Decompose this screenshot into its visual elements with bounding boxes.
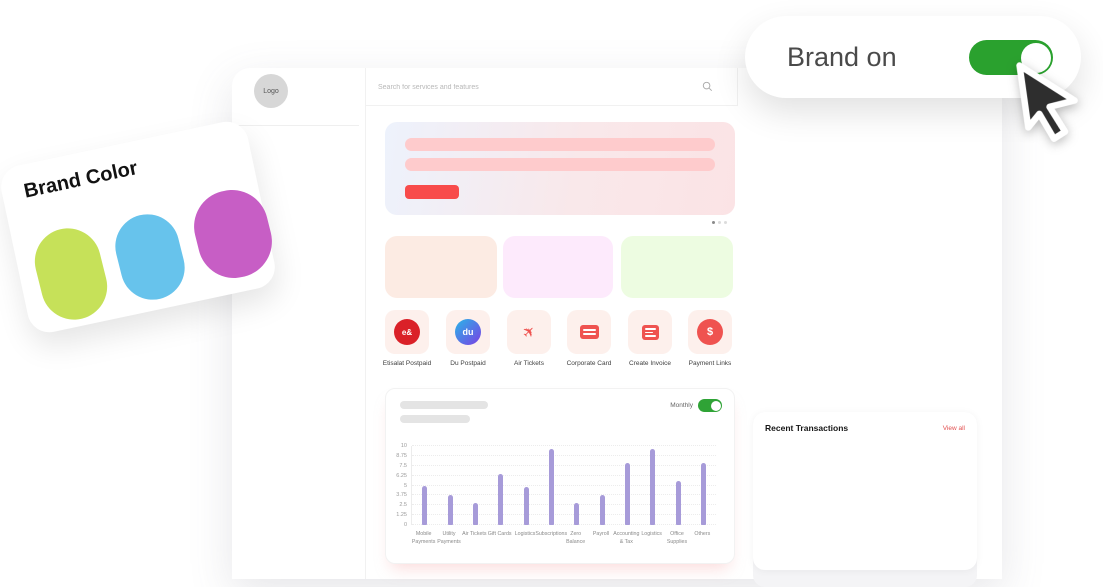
y-axis-tick-label: 1.25: [387, 512, 407, 518]
y-axis-tick-label: 0: [387, 522, 407, 528]
banner-text-placeholder: [405, 138, 715, 151]
corporate-card-icon: [576, 319, 602, 345]
y-axis-tick-label: 7.5: [387, 463, 407, 469]
monthly-toggle-label: Monthly: [670, 402, 693, 409]
du-logo-icon: du: [455, 319, 481, 345]
main-content: e&Etisalat Postpaid du Du Postpaid ✈ Air Tic…: [365, 68, 738, 579]
y-axis-tick-label: 2.5: [387, 502, 407, 508]
spend-chart-card: Monthly 01.252.53.7556.257.58.7510 Mobil…: [385, 388, 735, 564]
sidebar-divider: [238, 125, 359, 126]
mouse-cursor-icon: [1006, 49, 1103, 153]
carousel-dot[interactable]: [718, 221, 721, 224]
view-all-link[interactable]: View all: [943, 425, 965, 432]
search-icon[interactable]: [702, 81, 713, 92]
carousel-dot[interactable]: [724, 221, 727, 224]
banner-text-placeholder: [405, 158, 715, 171]
y-axis-tick-label: 5: [387, 483, 407, 489]
service-tile-label: Etisalat Postpaid: [377, 359, 437, 368]
service-tile-label: Du Postpaid: [438, 359, 498, 368]
monthly-toggle[interactable]: [698, 399, 722, 412]
logo: Logo: [254, 74, 288, 108]
chart-subtitle-placeholder: [400, 415, 470, 423]
transactions-section: Recent Transactions View all: [753, 412, 977, 587]
bar: [676, 481, 681, 525]
etisalat-logo-icon: e&: [394, 319, 420, 345]
service-tile[interactable]: e&: [385, 310, 429, 354]
service-tile[interactable]: ✈: [507, 310, 551, 354]
bar: [650, 449, 655, 525]
y-axis-tick-label: 3.75: [387, 492, 407, 498]
service-tile-label: Corporate Card: [559, 359, 619, 368]
bar: [498, 474, 503, 525]
gridline: [412, 465, 716, 466]
bar: [549, 449, 554, 525]
payment-links-icon: $: [697, 319, 723, 345]
bar: [524, 487, 529, 525]
banner-cta-button[interactable]: [405, 185, 459, 199]
bar: [600, 495, 605, 525]
bar: [473, 503, 478, 525]
gridline: [412, 514, 716, 515]
logo-label: Logo: [263, 88, 279, 95]
create-invoice-icon: [637, 319, 663, 345]
bar: [448, 495, 453, 525]
gridline: [412, 504, 716, 505]
y-axis-tick-label: 8.75: [387, 453, 407, 459]
promo-card[interactable]: [503, 236, 613, 298]
recent-transactions-card: Recent Transactions View all: [753, 412, 977, 570]
service-tile[interactable]: [628, 310, 672, 354]
search-input[interactable]: [365, 68, 680, 107]
brand-color-title: Brand Color: [22, 157, 140, 204]
gridline: [412, 494, 716, 495]
promo-card[interactable]: [621, 236, 733, 298]
gridline: [412, 445, 716, 446]
gridline: [412, 475, 716, 476]
service-tile-label: Create Invoice: [620, 359, 680, 368]
brand-toggle-label: Brand on: [787, 42, 897, 73]
bar: [625, 463, 630, 525]
promo-card[interactable]: [385, 236, 497, 298]
bar: [701, 463, 706, 525]
service-tile[interactable]: $: [688, 310, 732, 354]
service-tile-label: Air Tickets: [499, 359, 559, 368]
sidebar-nav: [232, 117, 365, 132]
bar: [422, 486, 427, 526]
transactions-heading: Recent Transactions: [765, 423, 848, 433]
service-tile[interactable]: [567, 310, 611, 354]
gridline: [412, 485, 716, 486]
carousel-dot[interactable]: [712, 221, 715, 224]
gridline: [412, 455, 716, 456]
air-tickets-icon: ✈: [511, 314, 548, 351]
dashboard-window: Logo e&Etisalat Postpaid du Du Postpaid ✈ Ai…: [232, 68, 1002, 579]
gridline: [412, 524, 716, 525]
chart-controls: Monthly: [670, 399, 722, 412]
sidebar: Logo: [232, 68, 366, 579]
service-tile[interactable]: du: [446, 310, 490, 354]
chart-title-placeholder: [400, 401, 488, 409]
bar: [574, 503, 579, 525]
service-tile-label: Payment Links: [680, 359, 740, 368]
bar-chart-plot: [411, 446, 716, 525]
banner-carousel-dots: [712, 221, 727, 224]
x-axis-tick-label: Others: [687, 531, 717, 539]
y-axis-tick-label: 6.25: [387, 473, 407, 479]
right-panel: Recent Transactions View all: [745, 68, 1002, 579]
promo-banner: [385, 122, 735, 215]
y-axis-tick-label: 10: [387, 443, 407, 449]
search-bar: [365, 68, 738, 106]
